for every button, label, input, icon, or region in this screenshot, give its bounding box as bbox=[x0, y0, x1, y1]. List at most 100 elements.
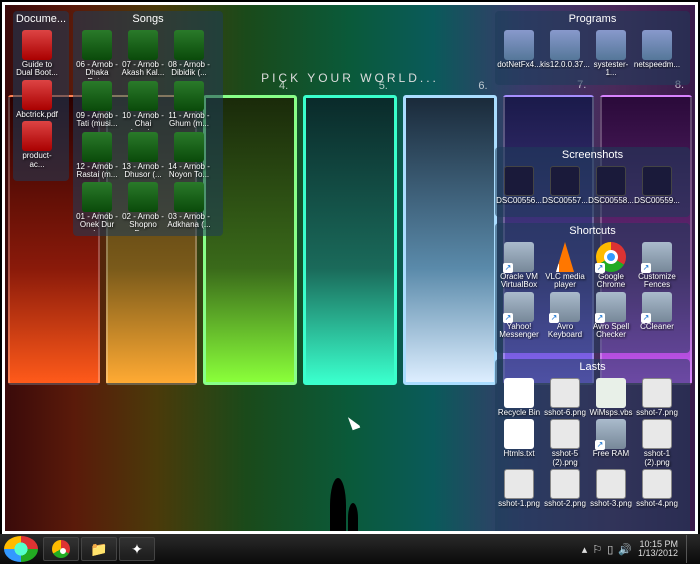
desktop-icon[interactable]: 09 - Arnob - Tati (musi... bbox=[75, 81, 119, 130]
icon-label: product-ac... bbox=[15, 152, 59, 169]
desktop-icon[interactable]: 02 - Arnob - Shopno De... bbox=[121, 182, 165, 231]
desktop-icon[interactable]: sshot-3.png bbox=[589, 469, 633, 508]
desktop-icon[interactable]: ↗Customize Fences bbox=[635, 242, 679, 290]
system-tray: ▴ ⚐ ▯ 🔊 10:15 PM 1/13/2012 bbox=[582, 535, 696, 563]
fence-title: Songs bbox=[73, 11, 223, 28]
mp3-icon bbox=[82, 132, 112, 162]
icon-label: Abctrick.pdf bbox=[16, 111, 58, 119]
shortcut-overlay-icon: ↗ bbox=[595, 313, 605, 323]
desktop-icon[interactable]: Recycle Bin bbox=[497, 378, 541, 417]
desktop-icon[interactable]: dotNetFx4... bbox=[497, 30, 541, 78]
desktop-icon[interactable]: ↗Google Chrome bbox=[589, 242, 633, 290]
desktop-icon[interactable]: 03 - Arnob - Adkhana (... bbox=[167, 182, 211, 231]
taskbar: 📁 ✦ ▴ ⚐ ▯ 🔊 10:15 PM 1/13/2012 bbox=[0, 534, 700, 564]
desktop-icon[interactable]: systester-1... bbox=[589, 30, 633, 78]
fence-songs[interactable]: Songs 06 - Arnob - Dhaka Rat...07 - Arno… bbox=[73, 11, 223, 236]
start-button[interactable] bbox=[4, 536, 38, 562]
desktop-icon[interactable]: sshot-4.png bbox=[635, 469, 679, 508]
show-desktop-button[interactable] bbox=[686, 535, 696, 563]
icon-label: sshot-5 (2).png bbox=[543, 450, 587, 467]
desktop-icon[interactable]: sshot-2.png bbox=[543, 469, 587, 508]
icon-label: 09 - Arnob - Tati (musi... bbox=[75, 112, 119, 129]
taskbar-item-chrome[interactable] bbox=[43, 537, 79, 561]
desktop-icon[interactable]: DSC00559... bbox=[635, 166, 679, 205]
icon-label: sshot-3.png bbox=[590, 500, 632, 508]
desktop-icon[interactable]: Abctrick.pdf bbox=[15, 80, 59, 119]
icon-label: DSC00556... bbox=[496, 197, 542, 205]
taskbar-item-explorer[interactable]: 📁 bbox=[81, 537, 117, 561]
desktop-icon[interactable]: sshot-1 (2).png bbox=[635, 419, 679, 467]
shortcut-overlay-icon: ↗ bbox=[549, 263, 559, 273]
desktop-icon[interactable]: sshot-1.png bbox=[497, 469, 541, 508]
desktop-wallpaper[interactable]: PICK YOUR WORLD... Docume... Guide to Du… bbox=[2, 2, 698, 534]
desktop-icon[interactable]: Guide to Dual Boot... bbox=[15, 30, 59, 78]
chrome-icon: ↗ bbox=[596, 242, 626, 272]
shortcut-overlay-icon: ↗ bbox=[641, 263, 651, 273]
png-dark-icon bbox=[504, 166, 534, 196]
fence-shortcuts[interactable]: Shortcuts ↗Oracle VM VirtualBox↗VLC medi… bbox=[495, 223, 690, 353]
desktop-icon[interactable]: 10 - Arnob - Chai (musi... bbox=[121, 81, 165, 130]
fence-programs[interactable]: Programs dotNetFx4...kis12.0.0.37...syst… bbox=[495, 11, 690, 85]
icon-label: WiMsps.vbs bbox=[589, 409, 632, 417]
bin-icon bbox=[504, 378, 534, 408]
desktop-icon[interactable]: 13 - Arnob - Dhusor (... bbox=[121, 132, 165, 180]
desktop-icon[interactable]: 08 - Arnob - Dibidik (... bbox=[167, 30, 211, 79]
icon-label: 13 - Arnob - Dhusor (... bbox=[121, 163, 165, 180]
desktop-icon[interactable]: ↗VLC media player bbox=[543, 242, 587, 290]
desktop-icon[interactable]: WiMsps.vbs bbox=[589, 378, 633, 417]
taskbar-item-app[interactable]: ✦ bbox=[119, 537, 155, 561]
network-icon[interactable]: ▯ bbox=[607, 543, 613, 556]
mp3-icon bbox=[174, 81, 204, 111]
desktop-icon[interactable]: product-ac... bbox=[15, 121, 59, 169]
png-icon bbox=[596, 469, 626, 499]
desktop-icon[interactable]: sshot-5 (2).png bbox=[543, 419, 587, 467]
desktop-icon[interactable]: ↗Free RAM bbox=[589, 419, 633, 467]
desktop-icon[interactable]: sshot-7.png bbox=[635, 378, 679, 417]
desktop-icon[interactable]: DSC00558... bbox=[589, 166, 633, 205]
volume-icon[interactable]: 🔊 bbox=[618, 543, 632, 556]
icon-label: sshot-6.png bbox=[544, 409, 586, 417]
desktop-icon[interactable]: DSC00557... bbox=[543, 166, 587, 205]
app-icon: ↗ bbox=[504, 292, 534, 322]
mp3-icon bbox=[128, 182, 158, 212]
icon-label: Htmls.txt bbox=[503, 450, 534, 458]
desktop-icon[interactable]: 11 - Arnob - Ghum (m... bbox=[167, 81, 211, 130]
shortcut-overlay-icon: ↗ bbox=[503, 313, 513, 323]
desktop-icon[interactable]: 07 - Arnob - Akash Kal... bbox=[121, 30, 165, 79]
desktop-icon[interactable]: kis12.0.0.37... bbox=[543, 30, 587, 78]
taskbar-clock[interactable]: 10:15 PM 1/13/2012 bbox=[638, 540, 678, 559]
mouse-cursor-icon bbox=[348, 414, 362, 431]
desktop-icon[interactable]: ↗Oracle VM VirtualBox bbox=[497, 242, 541, 290]
silhouette-graphic bbox=[322, 463, 362, 533]
mp3-icon bbox=[128, 81, 158, 111]
fence-title: Docume... bbox=[13, 11, 69, 28]
desktop-icon[interactable]: DSC00556... bbox=[497, 166, 541, 205]
desktop-icon[interactable]: 06 - Arnob - Dhaka Rat... bbox=[75, 30, 119, 79]
desktop-icon[interactable]: 14 - Arnob - Noyon To... bbox=[167, 132, 211, 180]
png-icon bbox=[550, 419, 580, 449]
fence-documents[interactable]: Docume... Guide to Dual Boot... Abctrick.… bbox=[13, 11, 69, 181]
icon-label: 12 - Arnob - Rastai (m... bbox=[75, 163, 119, 180]
desktop-icon[interactable]: 01 - Arnob - Onek Dur (... bbox=[75, 182, 119, 231]
vlc-icon: ↗ bbox=[550, 242, 580, 272]
mp3-icon bbox=[174, 30, 204, 60]
show-hidden-icon[interactable]: ▴ bbox=[582, 543, 588, 556]
desktop-icon[interactable]: Htmls.txt bbox=[497, 419, 541, 467]
exe-icon bbox=[504, 30, 534, 60]
icon-label: 07 - Arnob - Akash Kal... bbox=[121, 61, 165, 78]
icon-label: sshot-4.png bbox=[636, 500, 678, 508]
desktop-icon[interactable]: ↗CCleaner bbox=[635, 292, 679, 340]
desktop-icon[interactable]: sshot-6.png bbox=[543, 378, 587, 417]
desktop-icon[interactable]: 12 - Arnob - Rastai (m... bbox=[75, 132, 119, 180]
desktop-icon[interactable]: ↗Avro Spell Checker bbox=[589, 292, 633, 340]
png-dark-icon bbox=[642, 166, 672, 196]
desktop-icon[interactable]: ↗Avro Keyboard bbox=[543, 292, 587, 340]
icon-label: Customize Fences bbox=[635, 273, 679, 290]
fence-lasts[interactable]: Lasts Recycle Binsshot-6.pngWiMsps.vbsss… bbox=[495, 359, 690, 534]
icon-label: 02 - Arnob - Shopno De... bbox=[121, 213, 165, 231]
flag-icon[interactable]: ⚐ bbox=[592, 543, 602, 556]
fence-screenshots[interactable]: Screenshots DSC00556...DSC00557...DSC005… bbox=[495, 147, 690, 217]
desktop-icon[interactable]: ↗Yahoo! Messenger bbox=[497, 292, 541, 340]
png-icon bbox=[550, 469, 580, 499]
desktop-icon[interactable]: netspeedm... bbox=[635, 30, 679, 78]
